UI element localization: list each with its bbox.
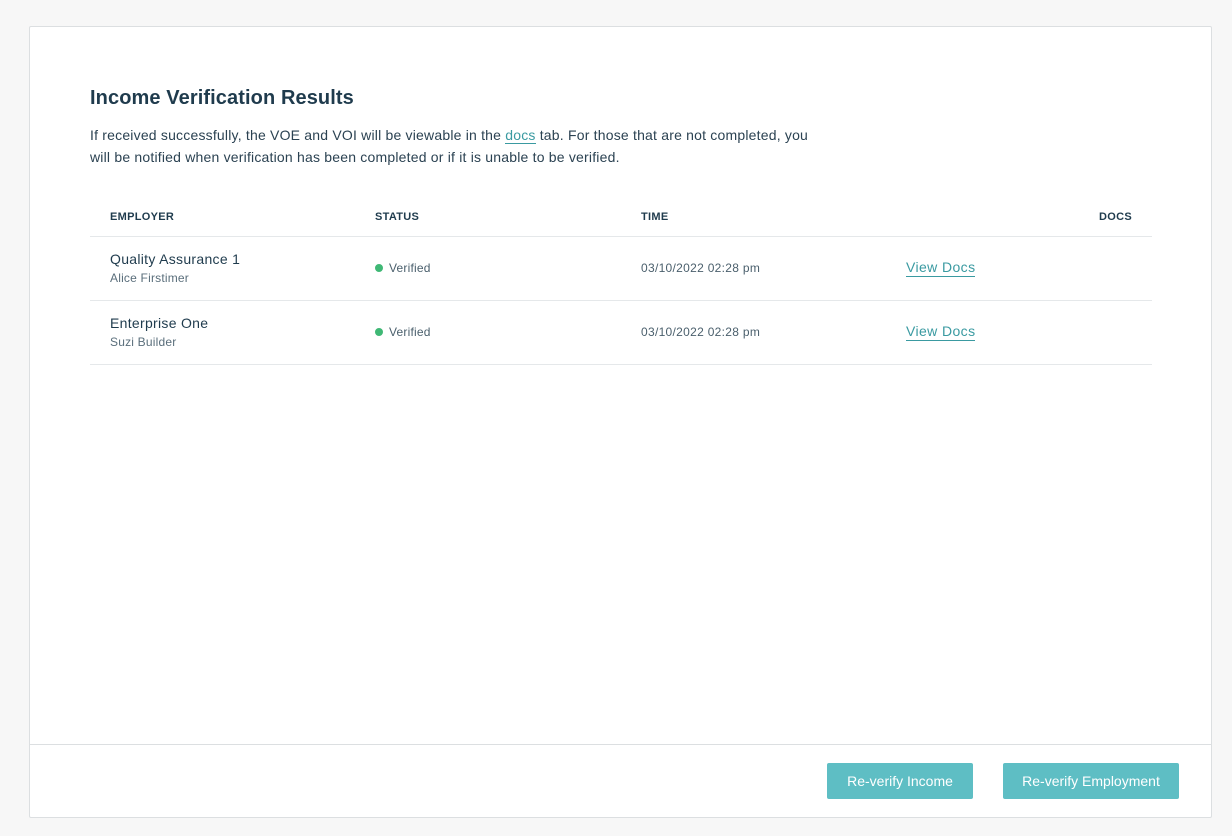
employer-cell: Quality Assurance 1 Alice Firstimer [90,236,375,301]
header-time: TIME [641,198,906,237]
status-label: Verified [389,325,431,339]
status-label: Verified [389,261,431,275]
results-table: EMPLOYER STATUS TIME DOCS Quality Assura… [90,198,1152,365]
docs-tab-link[interactable]: docs [505,127,536,144]
card-footer: Re-verify Income Re-verify Employment [30,744,1211,817]
docs-cell: View Docs [906,236,1152,301]
header-status: STATUS [375,198,641,237]
table-row: Quality Assurance 1 Alice Firstimer Veri… [90,236,1152,301]
status-dot-icon [375,328,383,336]
table-header-row: EMPLOYER STATUS TIME DOCS [90,198,1152,237]
time-cell: 03/10/2022 02:28 pm [641,236,906,301]
employer-name: Enterprise One [110,315,209,331]
docs-cell: View Docs [906,300,1152,365]
employee-name: Alice Firstimer [110,271,190,285]
reverify-employment-button[interactable]: Re-verify Employment [1003,763,1179,799]
page-title: Income Verification Results [90,87,354,109]
verification-time: 03/10/2022 02:28 pm [641,325,761,339]
status-badge: Verified [375,325,641,339]
table-row: Enterprise One Suzi Builder Verified 03/… [90,300,1152,365]
view-docs-link[interactable]: View Docs [906,259,976,277]
view-docs-link[interactable]: View Docs [906,323,976,341]
status-dot-icon [375,264,383,272]
card-content: Income Verification Results If received … [90,87,1152,365]
verification-time: 03/10/2022 02:28 pm [641,261,761,275]
reverify-income-button[interactable]: Re-verify Income [827,763,973,799]
status-cell: Verified [375,236,641,301]
status-cell: Verified [375,300,641,365]
header-docs: DOCS [906,198,1152,237]
description-text-before: If received successfully, the VOE and VO… [90,127,506,143]
page-description: If received successfully, the VOE and VO… [90,124,830,168]
time-cell: 03/10/2022 02:28 pm [641,300,906,365]
status-badge: Verified [375,261,641,275]
employer-cell: Enterprise One Suzi Builder [90,300,375,365]
header-employer: EMPLOYER [90,198,375,237]
employee-name: Suzi Builder [110,335,177,349]
employer-name: Quality Assurance 1 [110,251,241,267]
verification-card: Income Verification Results If received … [29,26,1212,818]
